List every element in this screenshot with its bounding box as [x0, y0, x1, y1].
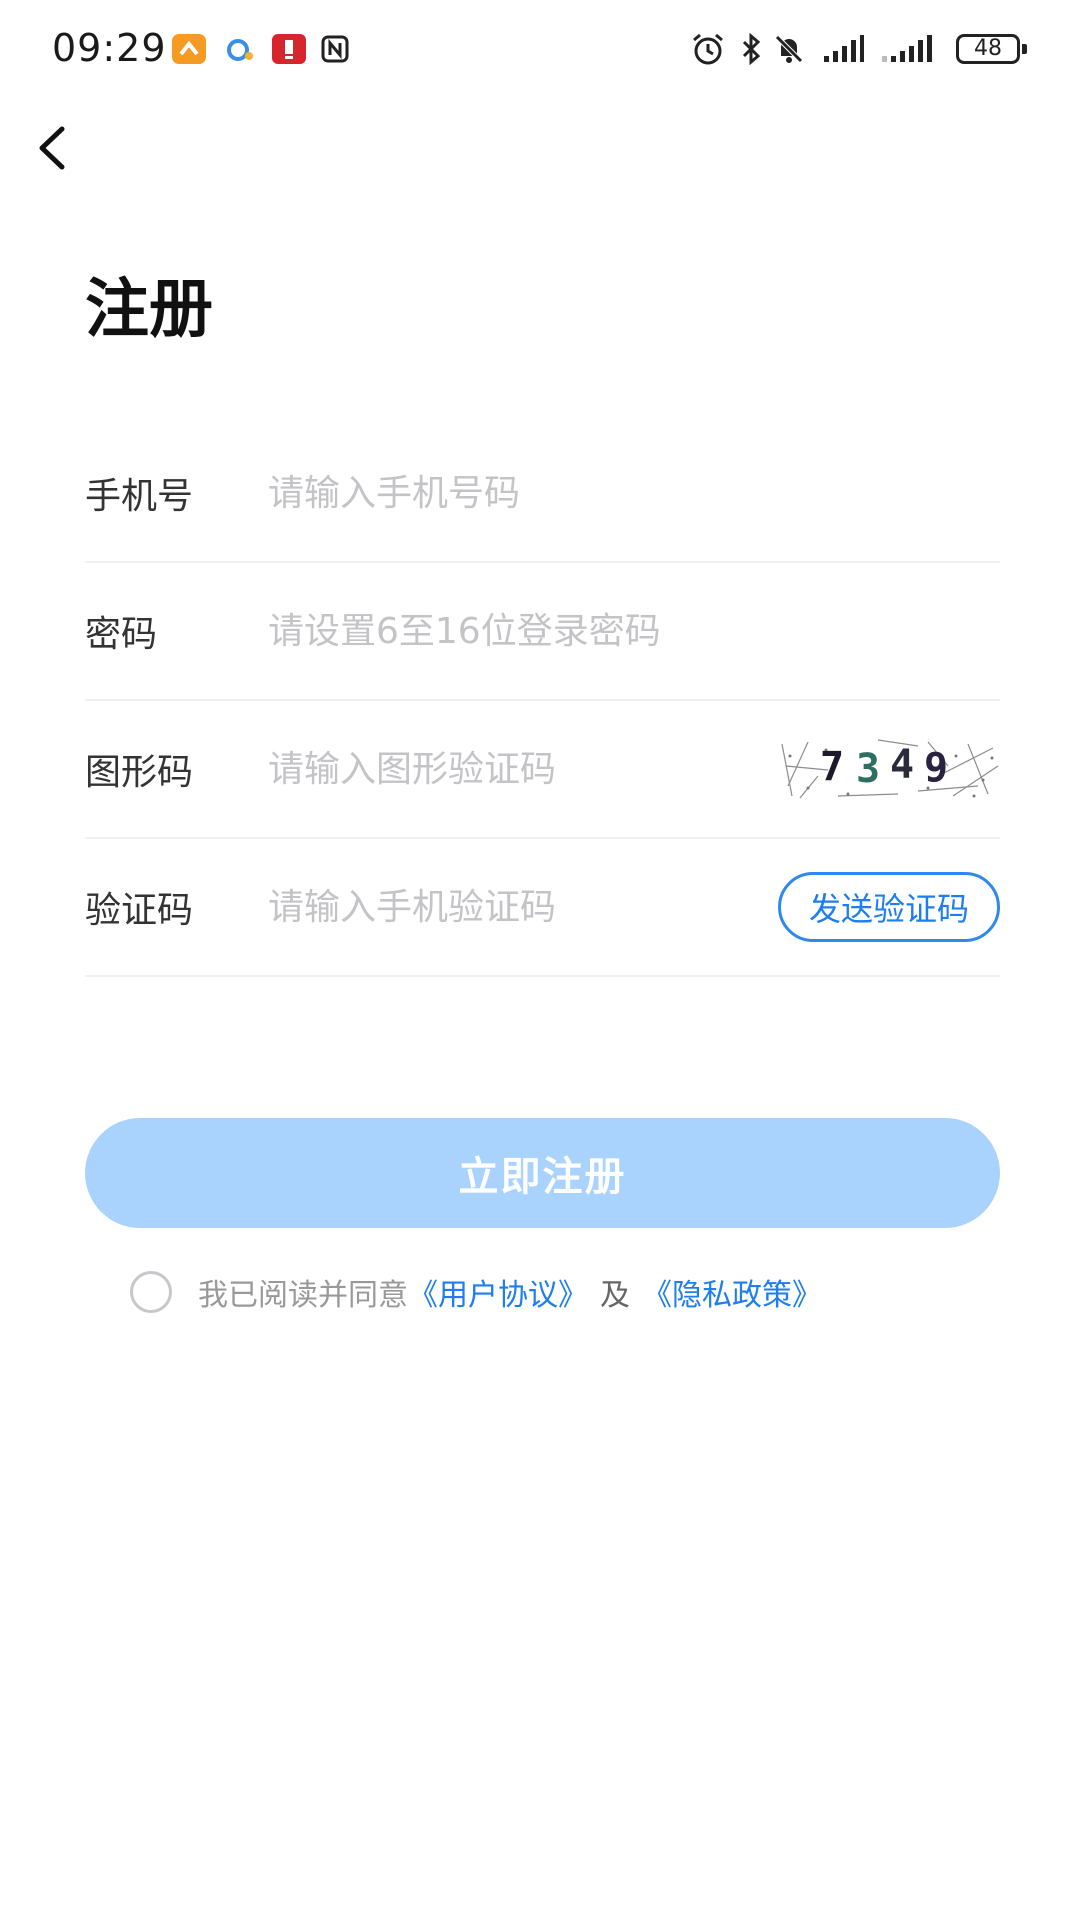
- chevron-left-icon: [39, 126, 65, 170]
- phone-label: 手机号: [85, 476, 194, 517]
- nfc-icon: [320, 34, 350, 64]
- register-button[interactable]: 立即注册: [85, 1118, 1000, 1228]
- password-input[interactable]: [268, 601, 788, 661]
- register-page: 09:29 48 注册 手机号 请输入手机号码 密码 图形码 请输入图形验证码 …: [0, 0, 1080, 1920]
- captcha-digit: 7: [820, 744, 844, 790]
- user-agreement-link[interactable]: 《用户协议》: [408, 1270, 588, 1314]
- bluetooth-icon: [738, 32, 764, 66]
- captcha-row: 图形码 7 3 4 9: [85, 701, 1000, 839]
- agree-checkbox[interactable]: [130, 1271, 172, 1313]
- sms-code-label: 验证码: [85, 890, 194, 931]
- captcha-label: 图形码: [85, 752, 194, 793]
- password-row: 密码: [85, 563, 1000, 701]
- back-button[interactable]: [22, 118, 82, 178]
- mute-bell-icon: [772, 32, 806, 66]
- battery-indicator: 48: [956, 34, 1020, 64]
- cloud-icon: [222, 34, 256, 64]
- agreement-separator: 及: [600, 1278, 630, 1313]
- alarm-icon: [690, 32, 726, 66]
- status-bar: 09:29 48: [0, 0, 1080, 100]
- privacy-policy-link[interactable]: 《隐私政策》: [642, 1270, 822, 1314]
- agreement-row: 我已阅读并同意 《用户协议》 及 《隐私政策》: [130, 1270, 822, 1314]
- status-time: 09:29: [52, 26, 167, 70]
- phone-row: 手机号: [85, 425, 1000, 563]
- phone-input[interactable]: [268, 463, 788, 523]
- page-title: 注册: [85, 273, 213, 347]
- app-badge-icon: [272, 34, 306, 64]
- sms-code-input[interactable]: [268, 877, 788, 937]
- captcha-digit: 9: [924, 745, 948, 791]
- password-label: 密码: [85, 614, 158, 655]
- captcha-digit: 3: [856, 746, 880, 792]
- captcha-image[interactable]: 7 3 4 9: [778, 736, 1000, 802]
- agreement-prefix: 我已阅读并同意: [198, 1278, 408, 1313]
- sms-code-row: 验证码 发送验证码: [85, 839, 1000, 977]
- signal-1-icon: [822, 32, 866, 66]
- captcha-input[interactable]: [268, 739, 788, 799]
- app-notification-icon: [172, 34, 206, 64]
- battery-tip: [1022, 44, 1027, 54]
- signal-2-icon: [880, 32, 940, 66]
- send-code-button[interactable]: 发送验证码: [778, 872, 1000, 942]
- captcha-digit: 4: [890, 742, 914, 788]
